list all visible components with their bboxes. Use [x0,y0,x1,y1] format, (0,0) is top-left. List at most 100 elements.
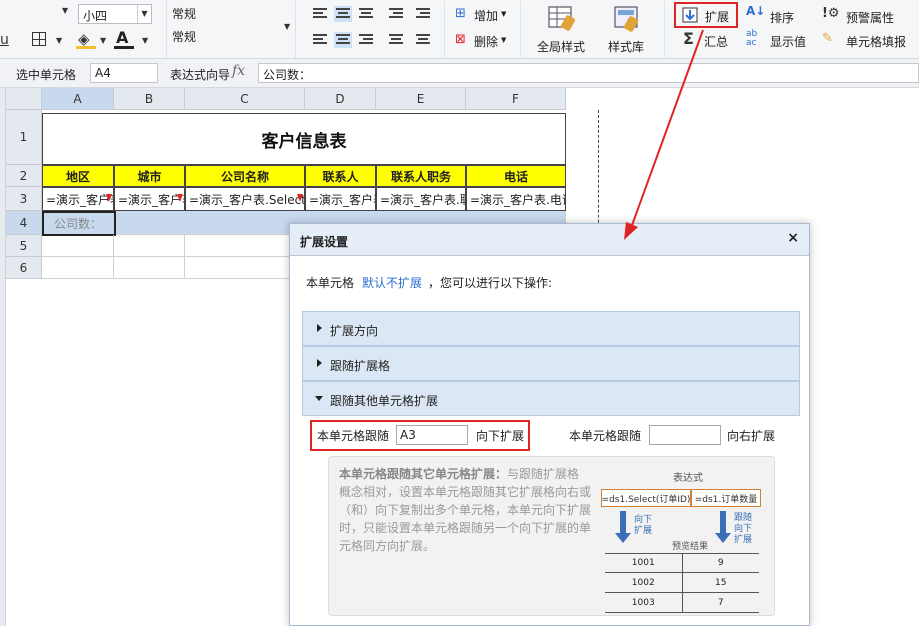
arrow-down-icon [715,511,731,543]
align-top-icon[interactable] [313,8,327,20]
title-cell[interactable]: 客户信息表 [42,113,566,165]
align-right-icon[interactable] [359,34,373,46]
chevron-down-icon[interactable]: ▼ [501,10,506,18]
select-all-corner[interactable] [6,88,42,110]
global-style-button[interactable]: 全局样式 [537,38,585,55]
font-color-icon[interactable]: A [116,28,128,47]
cell-fill-icon[interactable]: ✎ [822,31,833,46]
cell-c6[interactable] [185,257,305,279]
header-cell-region[interactable]: 地区 [42,165,114,187]
formula-cell-a3[interactable]: =演示_客户表 [42,187,114,211]
formula-cell-b3[interactable]: =演示_客户表 [114,187,185,211]
column-header-b[interactable]: B [114,88,185,110]
sort-button[interactable]: 排序 [770,9,794,26]
header-cell-contact[interactable]: 联系人 [305,165,376,187]
formula-cell-f3[interactable]: =演示_客户表.电话 [466,187,566,211]
selected-cell-label: 选中单元格 [16,68,77,82]
chevron-down-icon[interactable]: ▼ [100,36,106,45]
align-bottom-icon[interactable] [359,8,373,20]
chevron-down-icon[interactable]: ▼ [501,36,506,44]
row-header-3[interactable]: 3 [6,187,42,211]
follow-right-input[interactable] [649,425,721,445]
chevron-down-icon[interactable]: ▼ [56,36,62,45]
expand-down-icon [106,194,112,202]
column-header-d[interactable]: D [305,88,376,110]
close-icon[interactable]: × [787,230,799,246]
formula-bar: 选中单元格 A4 表达式向导 fx 公司数： [0,59,919,88]
border-icon[interactable] [32,32,46,46]
default-no-expand-link[interactable]: 默认不扩展 [362,276,422,290]
delete-row-icon[interactable]: ⊠ [455,32,466,47]
row-header-4[interactable]: 4 [6,211,42,235]
warning-properties-button[interactable]: 预警属性 [846,9,894,26]
formula-cell-e3[interactable]: =演示_客户表.联 [376,187,466,211]
align-center-icon[interactable] [334,32,352,48]
formula-cell-d3[interactable]: =演示_客户表 [305,187,376,211]
row-header-6[interactable]: 6 [6,257,42,279]
row-header-1[interactable]: 1 [6,110,42,165]
global-style-icon[interactable] [547,4,577,34]
column-header-f[interactable]: F [466,88,566,110]
chevron-down-icon[interactable]: ▼ [142,36,148,45]
help-title: 本单元格跟随其它单元格扩展： [339,467,508,481]
align-middle-icon[interactable] [334,6,352,22]
dialog-titlebar[interactable]: 扩展设置 × [290,224,809,256]
indent-increase-icon[interactable] [416,8,430,20]
cell-c5[interactable] [185,235,305,257]
style-library-button[interactable]: 样式库 [608,38,644,55]
ribbon-toolbar: ▼ 小四 ▼ u ▼ ◈ ▼ A ▼ 常规 常规 ▼ ⊞ 增加 ▼ ⊠ 删除 ▼… [0,0,919,59]
fill-color-bar [76,46,96,49]
expression-wizard-button[interactable]: 表达式向导 [170,66,230,83]
indent-decrease-icon[interactable] [389,8,403,20]
number-format-label: 常规 [172,7,197,21]
font-size-select[interactable]: 小四 ▼ [78,4,152,24]
cell-fill-button[interactable]: 单元格填报 [846,33,906,50]
display-value-button[interactable]: 显示值 [770,33,806,50]
selected-cell-a4[interactable]: 公司数： [42,211,116,236]
formula-input[interactable]: 公司数： [258,63,919,83]
fx-icon[interactable]: fx [232,63,245,79]
column-header-e[interactable]: E [376,88,466,110]
add-button[interactable]: 增加 [474,7,498,24]
caret-right-icon [317,359,322,367]
section-follow-expand-cell[interactable]: 跟随扩展格 [302,346,800,381]
follow-label-right: 本单元格跟随 [569,429,642,443]
delete-button[interactable]: 删除 [474,33,498,50]
chevron-down-icon[interactable]: ▼ [284,22,290,31]
chevron-down-icon[interactable]: ▼ [62,6,68,15]
number-format-select[interactable]: 常规 [172,28,196,45]
style-library-icon[interactable] [612,4,642,34]
header-cell-contact-title[interactable]: 联系人职务 [376,165,466,187]
header-cell-company[interactable]: 公司名称 [185,165,305,187]
dialog-title: 扩展设置 [300,235,349,249]
column-header-c[interactable]: C [185,88,305,110]
summary-button[interactable]: 汇总 [704,33,728,50]
header-cell-phone[interactable]: 电话 [466,165,566,187]
warning-icon[interactable]: !⚙ [822,6,840,21]
cell-b6[interactable] [114,257,185,279]
wrap-text-icon[interactable] [416,34,430,46]
font-color-bar [114,46,134,49]
underline-icon[interactable]: u [0,32,9,48]
cell-a6[interactable] [42,257,114,279]
follow-down-input[interactable]: A3 [396,425,468,445]
section-expand-direction[interactable]: 扩展方向 [302,311,800,346]
cell-b5[interactable] [114,235,185,257]
cell-reference-input[interactable]: A4 [90,63,158,83]
sort-icon[interactable]: A↓ [746,4,765,18]
section-follow-other-cell[interactable]: 跟随其他单元格扩展 [302,381,800,416]
row-header-5[interactable]: 5 [6,235,42,257]
cell-a5[interactable] [42,235,114,257]
merge-cells-icon[interactable] [389,34,403,46]
expand-button[interactable]: 扩展 [674,2,738,28]
add-row-icon[interactable]: ⊞ [455,6,466,21]
header-cell-city[interactable]: 城市 [114,165,185,187]
column-header-a[interactable]: A [42,88,114,110]
sum-icon[interactable]: Σ [683,29,694,48]
row-header-2[interactable]: 2 [6,165,42,187]
align-left-icon[interactable] [313,34,327,46]
diagram-cell-quantity: =ds1.订单数量 [691,489,761,507]
chevron-down-icon: ▼ [137,5,151,23]
formula-cell-c3[interactable]: =演示_客户表.Select( [185,187,305,211]
display-value-icon[interactable]: ab ac [746,30,757,48]
